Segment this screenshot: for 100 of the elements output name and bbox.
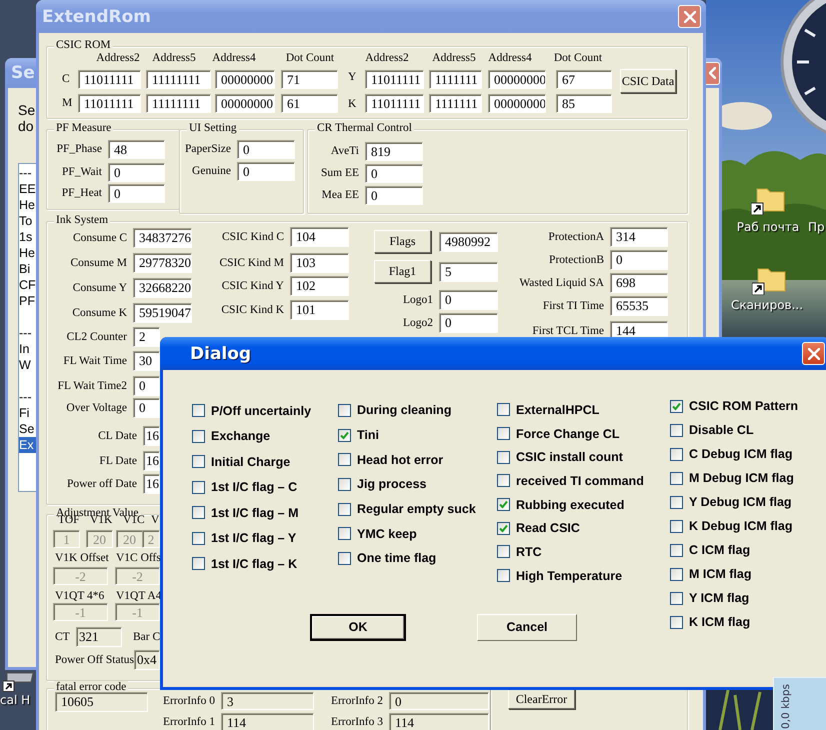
checkbox[interactable] (670, 592, 683, 604)
input-field[interactable]: 11011111 (78, 94, 141, 113)
close-button[interactable] (802, 342, 825, 365)
input-field[interactable]: 67 (556, 70, 612, 89)
input-field[interactable]: 34837276 (133, 228, 192, 248)
input-field[interactable]: 10605 (55, 692, 148, 712)
input-field[interactable]: 59519047 (133, 303, 192, 323)
list-item[interactable]: Ex (19, 437, 36, 453)
input-field[interactable]: 0 (365, 186, 423, 205)
input-field[interactable]: 0 (610, 250, 668, 270)
input-field[interactable]: 71 (281, 70, 338, 89)
input-field[interactable]: 0x4 (134, 650, 160, 670)
input-field[interactable]: 0 (439, 290, 498, 310)
list-item[interactable]: Bi (19, 261, 36, 277)
list-item[interactable]: 1s (19, 229, 36, 245)
checkbox[interactable] (670, 448, 683, 460)
input-field[interactable]: 114 (389, 713, 489, 730)
desktop-icon-label[interactable]: Сканиров... (730, 298, 804, 312)
list-item[interactable]: CF (19, 277, 36, 293)
list-item[interactable]: Se (19, 421, 36, 437)
input-field[interactable]: 48 (108, 140, 165, 159)
input-field[interactable]: 4980992 (439, 232, 498, 252)
input-field[interactable]: 11011111 (365, 70, 424, 89)
checkbox[interactable] (670, 472, 683, 484)
input-field[interactable]: 0 (237, 140, 295, 159)
checkbox[interactable] (338, 453, 351, 466)
input-field[interactable]: 0 (365, 164, 423, 183)
checkbox[interactable] (338, 527, 351, 540)
input-field[interactable]: 16 (143, 451, 160, 471)
input-field[interactable]: 0 (389, 692, 489, 710)
checkbox[interactable] (338, 478, 351, 491)
input-field[interactable]: 101 (290, 300, 349, 320)
list-item[interactable]: Fi (19, 405, 36, 421)
input-field[interactable]: 61 (281, 94, 338, 113)
list-item[interactable]: --- (19, 165, 36, 181)
input-field[interactable]: 11011111 (78, 70, 141, 89)
checkbox[interactable] (497, 522, 510, 535)
checkbox[interactable] (670, 568, 683, 580)
input-field[interactable]: 0 (108, 184, 165, 203)
list-item[interactable]: He (19, 245, 36, 261)
input-field[interactable]: 0 (133, 376, 160, 396)
checkbox[interactable] (192, 430, 205, 443)
input-field[interactable]: 819 (365, 142, 423, 161)
input-field[interactable]: 314 (610, 227, 668, 247)
input-field[interactable]: 29778320 (133, 253, 192, 273)
input-field[interactable]: 103 (290, 253, 349, 273)
input-field[interactable]: 104 (290, 227, 349, 247)
checkbox[interactable] (338, 428, 351, 442)
input-field[interactable]: 11111111 (146, 94, 211, 113)
desktop-icon-label[interactable]: Пр (808, 220, 825, 234)
input-field[interactable]: 5 (439, 262, 498, 282)
checkbox[interactable] (338, 502, 351, 516)
flags-button[interactable]: Flag1 (374, 260, 431, 283)
checkbox[interactable] (338, 552, 351, 565)
list-item[interactable]: W (19, 357, 36, 373)
checkbox[interactable] (497, 427, 510, 440)
checkbox[interactable] (497, 498, 510, 512)
input-field[interactable]: 114 (221, 713, 314, 730)
input-field[interactable]: 0 (108, 163, 165, 182)
input-field[interactable]: 11011111 (365, 94, 424, 113)
input-field[interactable]: 0 (439, 313, 498, 333)
list-item[interactable]: --- (19, 389, 36, 405)
checkbox[interactable] (497, 403, 510, 416)
input-field[interactable]: 30 (133, 351, 160, 371)
desktop-icon-label[interactable]: cal H (0, 693, 30, 707)
list-item[interactable]: PF (19, 293, 36, 309)
list-item[interactable]: To (19, 213, 36, 229)
checkbox[interactable] (670, 616, 683, 628)
checkbox[interactable] (670, 544, 683, 556)
checkbox[interactable] (338, 404, 351, 417)
flags-button[interactable]: Flags (374, 230, 431, 253)
input-field[interactable]: 16 (143, 474, 160, 494)
clear-error-button[interactable]: ClearError (508, 689, 575, 709)
ok-button[interactable]: OK (310, 614, 406, 640)
input-field[interactable]: 16 (143, 426, 160, 446)
input-field[interactable]: 32668220 (133, 278, 192, 298)
checkbox[interactable] (670, 400, 683, 412)
desktop-icon-label[interactable]: Раб почта (736, 220, 800, 234)
input-field[interactable]: 102 (290, 276, 349, 296)
close-button[interactable] (706, 62, 720, 84)
checkbox[interactable] (192, 404, 205, 418)
list-item[interactable]: EE (19, 181, 36, 197)
input-field[interactable]: 0 (237, 162, 295, 181)
input-field[interactable]: 00000000 (215, 70, 275, 89)
input-field[interactable]: 11111111 (146, 70, 211, 89)
input-field[interactable]: 1111111 (429, 70, 482, 89)
close-button[interactable] (678, 5, 701, 28)
checkbox[interactable] (497, 474, 510, 488)
cancel-button[interactable]: Cancel (477, 614, 577, 640)
input-field[interactable]: 321 (76, 627, 122, 647)
input-field[interactable]: 65535 (610, 296, 668, 316)
input-field[interactable]: 00000000 (215, 94, 275, 113)
checkbox[interactable] (497, 450, 510, 464)
checkbox[interactable] (192, 455, 205, 468)
checkbox[interactable] (670, 424, 683, 436)
checkbox[interactable] (670, 520, 683, 532)
checkbox[interactable] (192, 532, 205, 545)
input-field[interactable]: 0 (133, 398, 160, 418)
checkbox[interactable] (192, 480, 205, 494)
checkbox[interactable] (670, 496, 683, 508)
